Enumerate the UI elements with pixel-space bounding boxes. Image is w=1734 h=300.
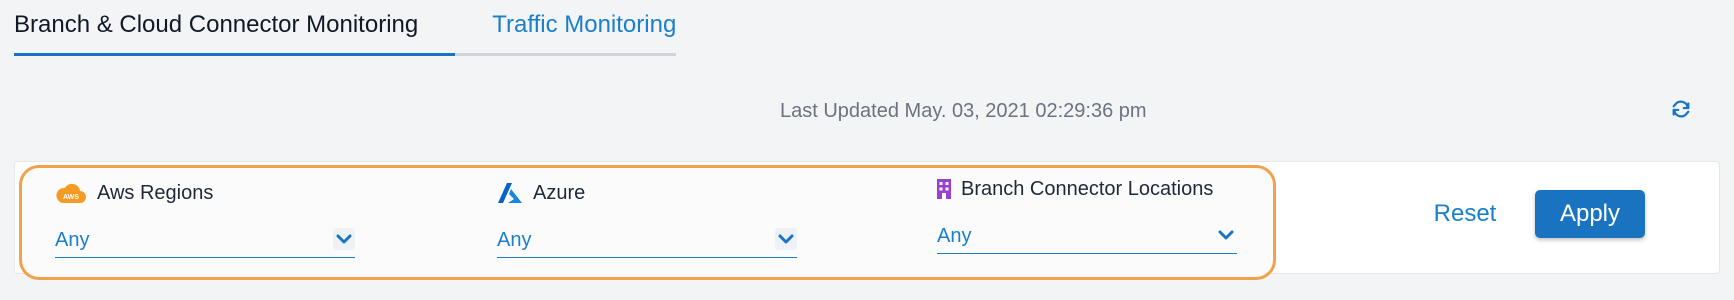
azure-label: Azure bbox=[533, 181, 586, 204]
azure-icon bbox=[497, 182, 523, 204]
branch-connector-locations-label: Branch Connector Locations bbox=[961, 177, 1214, 200]
reset-button[interactable]: Reset bbox=[1410, 190, 1520, 238]
filter-branch-label-row: Branch Connector Locations bbox=[937, 174, 1237, 204]
chevron-down-icon[interactable] bbox=[333, 228, 355, 250]
azure-value: Any bbox=[497, 229, 532, 251]
aws-regions-select[interactable]: Any bbox=[55, 222, 355, 258]
last-updated-text: Last Updated May. 03, 2021 02:29:36 pm bbox=[780, 100, 1147, 122]
aws-regions-value: Any bbox=[55, 229, 90, 251]
aws-regions-label: Aws Regions bbox=[97, 181, 214, 204]
filter-aws-regions-label-row: AWS Aws Regions bbox=[55, 178, 355, 208]
refresh-icon[interactable] bbox=[1670, 98, 1692, 120]
aws-icon-text: AWS bbox=[63, 194, 79, 201]
filter-azure: Azure Any bbox=[497, 178, 797, 258]
chevron-down-icon[interactable] bbox=[775, 228, 797, 250]
chevron-down-icon[interactable] bbox=[1215, 224, 1237, 246]
branch-connector-locations-value: Any bbox=[937, 225, 972, 247]
filter-branch-connector-locations: Branch Connector Locations Any bbox=[937, 174, 1237, 254]
azure-select[interactable]: Any bbox=[497, 222, 797, 258]
filter-azure-label-row: Azure bbox=[497, 178, 797, 208]
apply-button[interactable]: Apply bbox=[1535, 190, 1645, 238]
tab-branch-cloud-connector-monitoring[interactable]: Branch & Cloud Connector Monitoring bbox=[14, 0, 456, 56]
filter-aws-regions: AWS Aws Regions Any bbox=[55, 178, 355, 258]
filter-highlight-box: AWS Aws Regions Any Azure Any Branch Con… bbox=[19, 165, 1276, 280]
tab-traffic-monitoring[interactable]: Traffic Monitoring bbox=[455, 0, 676, 56]
tab-bar: Branch & Cloud Connector Monitoring Traf… bbox=[14, 0, 677, 56]
aws-cloud-icon: AWS bbox=[55, 181, 87, 205]
connector-monitoring-page: Branch & Cloud Connector Monitoring Traf… bbox=[0, 0, 1734, 300]
branch-connector-locations-select[interactable]: Any bbox=[937, 218, 1237, 254]
building-icon bbox=[937, 179, 951, 199]
